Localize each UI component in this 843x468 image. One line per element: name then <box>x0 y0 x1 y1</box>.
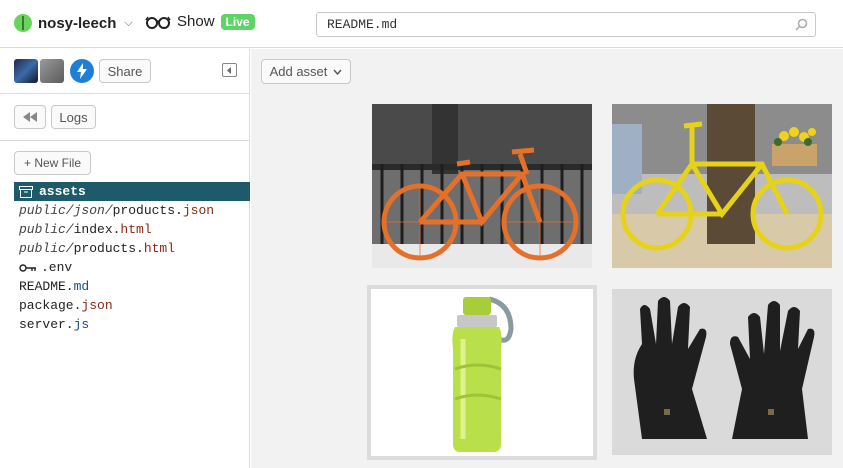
green-bottle-image <box>371 289 593 456</box>
rewind-button[interactable] <box>14 105 46 129</box>
project-name: nosy-leech <box>38 14 117 32</box>
lightning-icon <box>77 63 87 79</box>
file-env[interactable]: .env <box>14 258 250 277</box>
share-button[interactable]: Share <box>99 59 151 83</box>
file-ext: json <box>81 298 113 313</box>
file-products-json[interactable]: public/json/products.json <box>14 201 250 220</box>
asset-thumbnail-yellow-bicycle[interactable] <box>612 104 832 268</box>
file-name: package. <box>19 298 82 313</box>
logs-button[interactable]: Logs <box>51 105 96 129</box>
file-name: products. <box>73 241 144 256</box>
file-dir: public/ <box>19 203 74 218</box>
search-input[interactable] <box>317 13 777 36</box>
chevron-down-icon: ⌵ <box>124 16 133 29</box>
assets-panel: Add asset <box>251 49 843 468</box>
file-name: README. <box>19 279 74 294</box>
asset-thumbnail-green-bottle[interactable] <box>367 285 597 460</box>
add-asset-label: Add asset <box>269 64 328 79</box>
file-index-html[interactable]: public/index.html <box>14 220 250 239</box>
new-file-button[interactable]: + New File <box>14 151 91 175</box>
search-box[interactable] <box>316 12 816 37</box>
archive-icon <box>19 185 33 198</box>
file-readme[interactable]: README.md <box>14 277 250 296</box>
rewind-icon <box>23 112 37 122</box>
show-button[interactable]: Show Live <box>145 13 255 30</box>
file-tree: assets public/json/products.json public/… <box>14 182 250 334</box>
add-asset-button[interactable]: Add asset <box>261 59 351 84</box>
file-name: server. <box>19 317 74 332</box>
file-name: assets <box>39 184 86 199</box>
chevron-down-icon <box>333 69 342 75</box>
show-label: Show <box>177 13 215 30</box>
caret-left-icon <box>227 66 231 74</box>
collaborators-row: Share <box>0 49 250 94</box>
file-dir: json/ <box>73 203 113 218</box>
file-ext: js <box>73 317 90 332</box>
key-icon <box>19 263 36 272</box>
project-menu[interactable]: nosy-leech ⌵ <box>14 14 133 32</box>
file-ext: md <box>73 279 90 294</box>
live-badge: Live <box>220 13 255 30</box>
boost-button[interactable] <box>70 59 94 83</box>
collapse-sidebar-button[interactable] <box>222 63 237 77</box>
file-name: .env <box>41 260 73 275</box>
file-dir: public/ <box>19 222 74 237</box>
file-ext: html <box>120 222 152 237</box>
black-gloves-image <box>612 289 832 455</box>
sidebar: Share Logs + New File assets public/json… <box>0 49 250 468</box>
file-products-html[interactable]: public/products.html <box>14 239 250 258</box>
orange-bicycle-image <box>372 104 592 268</box>
search-icon[interactable] <box>795 18 808 31</box>
asset-thumbnail-black-gloves[interactable] <box>612 289 832 455</box>
asset-thumbnail-orange-bicycle[interactable] <box>372 104 592 268</box>
file-server-js[interactable]: server.js <box>14 315 250 334</box>
sunglasses-icon <box>145 16 171 29</box>
avatar[interactable] <box>40 59 64 83</box>
file-dir: public/ <box>19 241 74 256</box>
file-name: index. <box>73 222 121 237</box>
project-logo-icon <box>14 14 32 32</box>
file-name: products. <box>112 203 183 218</box>
avatar[interactable] <box>14 59 38 83</box>
file-assets[interactable]: assets <box>14 182 250 201</box>
top-bar: nosy-leech ⌵ Show Live <box>0 0 843 48</box>
yellow-bicycle-image <box>612 104 832 268</box>
file-ext: json <box>182 203 215 218</box>
file-ext: html <box>143 241 176 256</box>
file-package-json[interactable]: package.json <box>14 296 250 315</box>
tools-row: Logs <box>0 95 250 141</box>
